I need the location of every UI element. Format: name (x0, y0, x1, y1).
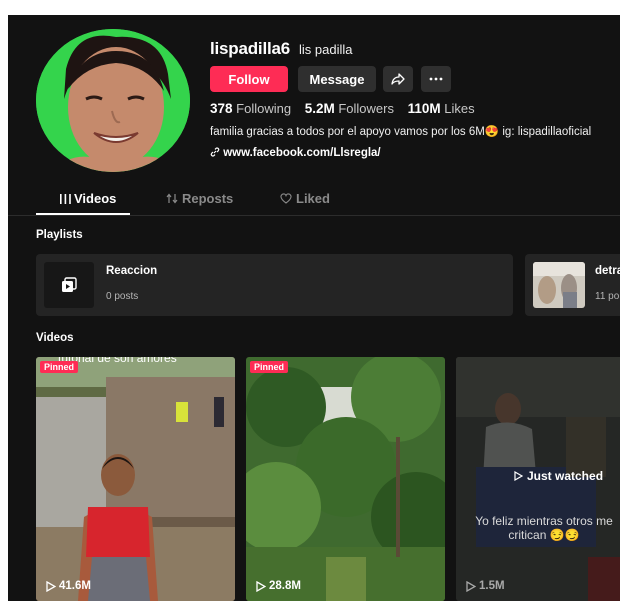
playlist-post-count: 11 po (595, 291, 620, 302)
playlist-card[interactable]: detra 11 po (525, 254, 620, 316)
profile-page: lispadilla6 lis padilla Follow Message 3… (8, 15, 620, 601)
playlist-name: Reaccion (106, 265, 158, 277)
following-label: Following (236, 101, 292, 116)
following-count: 378 (210, 101, 233, 116)
likes-stat: 110M Likes (408, 101, 475, 116)
playlist-icon (62, 277, 77, 292)
share-icon (391, 73, 405, 85)
grid-icon (60, 194, 71, 204)
tab-videos-label: Videos (74, 191, 117, 206)
play-icon (46, 580, 56, 592)
followers-stat[interactable]: 5.2M Followers (305, 101, 394, 116)
tab-videos[interactable]: Videos (60, 191, 116, 206)
playlist-thumbnail (533, 262, 585, 308)
just-watched-text: Just watched (527, 469, 604, 483)
profile-link[interactable]: www.facebook.com/Llsregla/ (210, 147, 381, 159)
active-tab-indicator (36, 213, 130, 215)
video-card[interactable]: Pinned 28.8M (246, 357, 445, 601)
message-button[interactable]: Message (298, 66, 376, 92)
video-thumbnail (36, 357, 235, 601)
followers-label: Followers (338, 101, 394, 116)
share-button[interactable] (383, 66, 413, 92)
video-card[interactable]: tutorial de son amores Pinned 41.6M (36, 357, 235, 601)
nickname: lis padilla (299, 42, 353, 57)
just-watched-badge: Just watched (514, 469, 603, 483)
more-options-button[interactable] (421, 66, 451, 92)
view-count-text: 41.6M (59, 580, 91, 592)
view-count: 28.8M (256, 580, 301, 592)
likes-count: 110M (407, 101, 441, 116)
profile-tabs: Videos Reposts Liked (8, 183, 620, 216)
repost-icon (166, 193, 178, 204)
heart-outline-icon (280, 193, 292, 204)
view-count: 1.5M (466, 580, 505, 592)
view-count-text: 1.5M (479, 580, 505, 592)
bio-text: familia gracias a todos por el apoyo vam… (210, 126, 592, 138)
playlist-card[interactable]: Reaccion 0 posts (36, 254, 513, 316)
link-icon (210, 147, 220, 157)
tab-liked-label: Liked (296, 191, 330, 206)
pinned-badge: Pinned (40, 361, 79, 373)
play-icon (514, 471, 523, 481)
playlists-heading: Playlists (36, 229, 83, 241)
video-caption: Yo feliz mientras otros me critican 😏😏 (475, 514, 613, 542)
profile-stats: 378 Following 5.2M Followers 110M Likes (210, 101, 475, 116)
view-count-text: 28.8M (269, 580, 301, 592)
more-icon (429, 77, 443, 81)
avatar[interactable] (36, 29, 190, 172)
playlist-thumbnail (44, 262, 94, 308)
view-count: 41.6M (46, 580, 91, 592)
video-thumbnail (246, 357, 445, 601)
playlist-name: detra (595, 265, 620, 277)
follow-button[interactable]: Follow (210, 66, 288, 92)
play-icon (256, 580, 266, 592)
tab-reposts[interactable]: Reposts (166, 191, 233, 206)
likes-label: Likes (444, 101, 475, 116)
tab-liked[interactable]: Liked (280, 191, 330, 206)
play-icon (466, 580, 476, 592)
pinned-badge: Pinned (250, 361, 289, 373)
following-stat[interactable]: 378 Following (210, 101, 291, 116)
video-card[interactable]: Just watched Yo feliz mientras otros me … (456, 357, 620, 601)
videos-heading: Videos (36, 332, 74, 344)
username: lispadilla6 (210, 39, 291, 58)
profile-link-text: www.facebook.com/Llsregla/ (223, 147, 381, 159)
followers-count: 5.2M (304, 101, 335, 116)
playlist-post-count: 0 posts (106, 291, 139, 302)
tab-reposts-label: Reposts (182, 191, 234, 206)
